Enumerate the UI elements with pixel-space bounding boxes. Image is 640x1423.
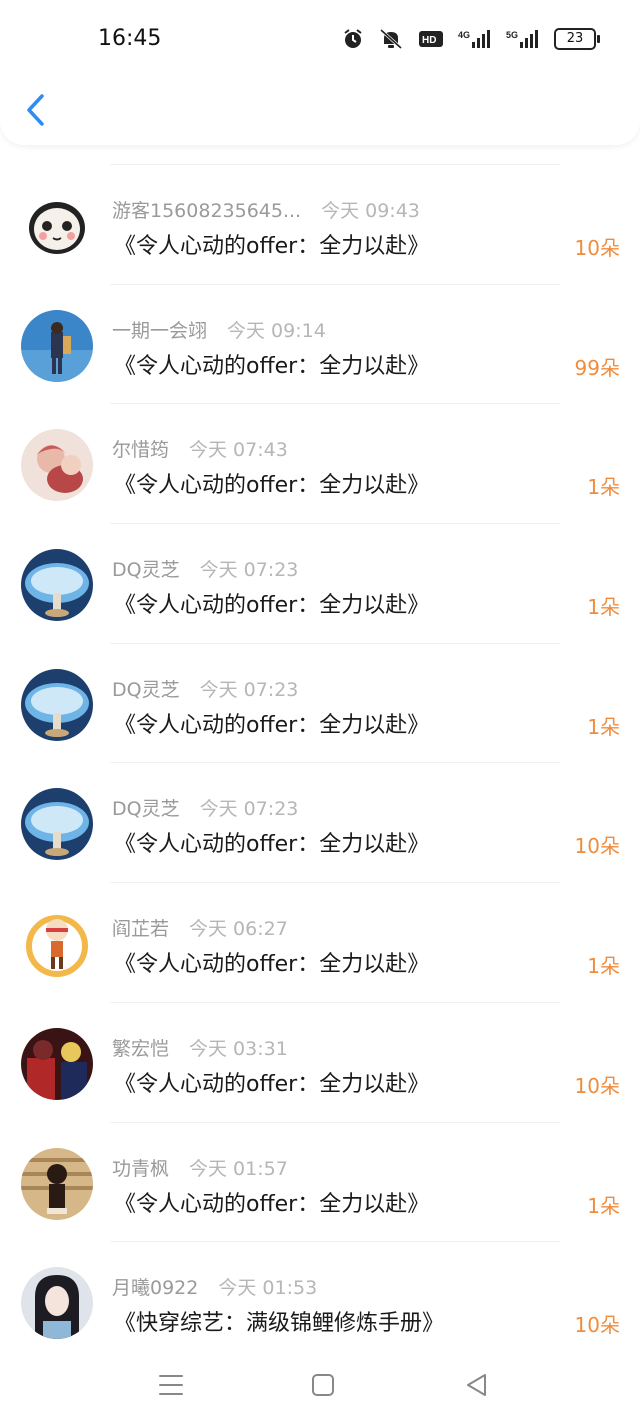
back-triangle-icon[interactable]: [460, 1369, 492, 1401]
timestamp: 今天 06:27: [189, 918, 288, 941]
book-title[interactable]: 《令人心动的offer：全力以赴》: [114, 228, 429, 260]
divider: [110, 164, 560, 165]
user-name[interactable]: DQ灵芝: [112, 679, 180, 701]
timestamp: 今天 09:14: [227, 319, 326, 342]
avatar[interactable]: [21, 549, 93, 622]
timestamp: 今天 09:43: [321, 200, 420, 222]
list-item[interactable]: DQ灵芝 今天 07:23 《令人心动的offer：全力以赴》 1朵: [0, 523, 640, 643]
divider: [110, 882, 560, 884]
list-item[interactable]: DQ灵芝 今天 07:23 《令人心动的offer：全力以赴》 10朵: [0, 762, 640, 882]
book-title[interactable]: 《令人心动的offer：全力以赴》: [114, 348, 429, 380]
alarm-icon: [344, 29, 362, 48]
book-title[interactable]: 《令人心动的offer：全力以赴》: [114, 467, 429, 499]
timestamp: 今天 07:23: [199, 559, 299, 582]
flower-amount: 10朵: [574, 236, 620, 260]
flower-amount: 10朵: [574, 834, 620, 859]
svg-text:HD: HD: [422, 35, 436, 46]
hd-icon: HD: [419, 31, 443, 47]
divider: [110, 1001, 560, 1003]
svg-text:4G: 4G: [458, 30, 470, 40]
divider: [110, 523, 560, 525]
top-bar: 16:45 HD 4G 5G 23: [0, 0, 640, 145]
status-icons: HD 4G 5G 23: [342, 28, 600, 50]
user-name[interactable]: 繁宏恺: [112, 1038, 169, 1060]
avatar[interactable]: [21, 1147, 93, 1220]
user-name[interactable]: DQ灵芝: [112, 559, 180, 581]
timestamp: 今天 07:23: [199, 798, 299, 821]
flower-amount: 10朵: [574, 1073, 620, 1098]
list-item[interactable]: 月曦0922 今天 01:53 《快穿综艺：满级锦鲤修炼手册》 10朵: [0, 1241, 640, 1361]
user-name[interactable]: 月曦0922: [112, 1277, 198, 1299]
flower-amount: 99朵: [574, 355, 620, 380]
home-square-icon[interactable]: [307, 1369, 339, 1401]
user-name[interactable]: 游客15608235645...: [112, 200, 301, 222]
book-title[interactable]: 《令人心动的offer：全力以赴》: [114, 587, 429, 619]
user-name[interactable]: DQ灵芝: [112, 798, 180, 820]
book-title[interactable]: 《令人心动的offer：全力以赴》: [114, 707, 429, 739]
book-title[interactable]: 《令人心动的offer：全力以赴》: [114, 1066, 429, 1098]
battery-level: 23: [566, 31, 584, 46]
avatar[interactable]: [21, 908, 93, 981]
book-title[interactable]: 《令人心动的offer：全力以赴》: [114, 826, 429, 858]
user-name[interactable]: 阎芷若: [112, 918, 169, 940]
list-item[interactable]: 一期一会翊 今天 09:14 《令人心动的offer：全力以赴》 99朵: [0, 283, 640, 404]
list-item[interactable]: 尔惜筠 今天 07:43 《令人心动的offer：全力以赴》 1朵: [0, 403, 640, 523]
system-nav-bar: [0, 1345, 640, 1423]
flower-amount: 1朵: [587, 595, 620, 620]
svg-text:5G: 5G: [506, 30, 518, 40]
mute-bell-icon: [379, 28, 403, 50]
list-item[interactable]: DQ灵芝 今天 07:23 《令人心动的offer：全力以赴》 1朵: [0, 642, 640, 763]
timestamp: 今天 07:43: [189, 439, 288, 462]
book-title[interactable]: 《令人心动的offer：全力以赴》: [114, 946, 429, 978]
flower-amount: 1朵: [587, 714, 620, 739]
flower-amount: 1朵: [587, 954, 620, 979]
divider: [110, 283, 560, 285]
timestamp: 今天 07:23: [199, 678, 299, 701]
status-time: 16:45: [98, 26, 162, 51]
chevron-left-icon[interactable]: [22, 92, 50, 128]
timestamp: 今天 01:57: [189, 1157, 288, 1180]
avatar[interactable]: [21, 1027, 93, 1100]
flower-amount: 1朵: [587, 475, 620, 500]
signal-5g-icon: 5G: [506, 30, 538, 48]
avatar[interactable]: [21, 309, 93, 382]
user-name[interactable]: 尔惜筠: [112, 439, 169, 461]
user-name[interactable]: 一期一会翊: [112, 320, 207, 342]
avatar[interactable]: [21, 788, 93, 861]
avatar[interactable]: [21, 429, 93, 502]
avatar[interactable]: [21, 190, 93, 262]
avatar[interactable]: [21, 1267, 93, 1340]
gift-record-list: 游客15608235645... 今天 09:43 《令人心动的offer：全力以…: [0, 164, 640, 1361]
divider: [110, 762, 560, 764]
battery-icon: 23: [554, 28, 600, 50]
avatar[interactable]: [21, 668, 93, 741]
divider: [110, 1121, 560, 1123]
list-item[interactable]: 游客15608235645... 今天 09:43 《令人心动的offer：全力以…: [0, 164, 640, 284]
book-title[interactable]: 《快穿综艺：满级锦鲤修炼手册》: [114, 1305, 444, 1337]
divider: [110, 642, 560, 644]
divider: [110, 1241, 560, 1243]
timestamp: 今天 01:53: [218, 1277, 318, 1300]
list-item[interactable]: 功青枫 今天 01:57 《令人心动的offer：全力以赴》 1朵: [0, 1121, 640, 1242]
flower-amount: 10朵: [574, 1313, 620, 1338]
list-item[interactable]: 繁宏恺 今天 03:31 《令人心动的offer：全力以赴》 10朵: [0, 1001, 640, 1122]
user-name[interactable]: 功青枫: [112, 1158, 169, 1180]
signal-4g-icon: 4G: [458, 30, 490, 48]
list-item[interactable]: 阎芷若 今天 06:27 《令人心动的offer：全力以赴》 1朵: [0, 882, 640, 1002]
flower-amount: 1朵: [587, 1193, 620, 1218]
menu-icon[interactable]: [155, 1369, 187, 1401]
timestamp: 今天 03:31: [189, 1037, 288, 1060]
divider: [110, 403, 560, 405]
book-title[interactable]: 《令人心动的offer：全力以赴》: [114, 1186, 429, 1218]
